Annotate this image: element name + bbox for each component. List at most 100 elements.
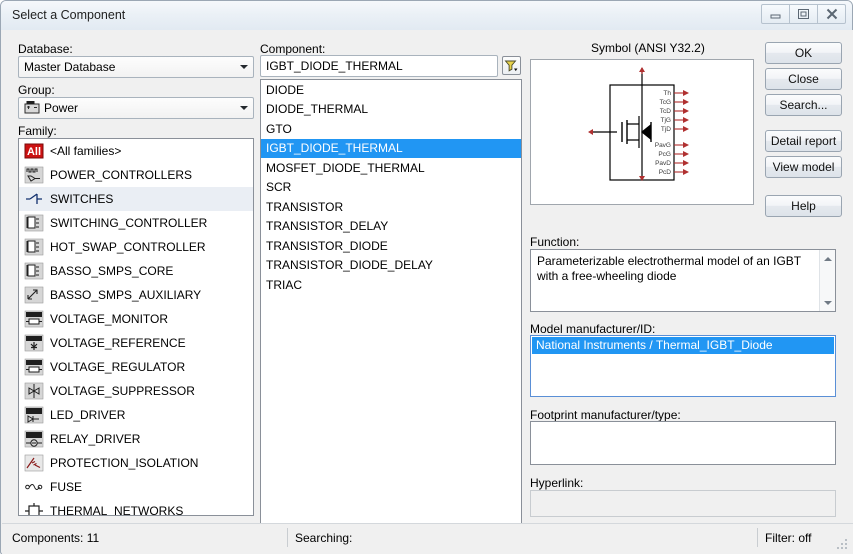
family-item-label: RELAY_DRIVER — [50, 432, 140, 446]
component-item-label: DIODE — [266, 83, 304, 97]
family-item-power-controllers[interactable]: POWER_CONTROLLERS — [19, 163, 253, 187]
family-item-label: BASSO_SMPS_CORE — [50, 264, 173, 278]
component-item-label: TRANSISTOR_DIODE — [266, 239, 388, 253]
family-item-label: <All families> — [50, 144, 121, 158]
function-panel: Parameterizable electrothermal model of … — [530, 249, 836, 312]
title-bar[interactable]: Select a Component — [1, 1, 852, 30]
help-button[interactable]: Help — [765, 195, 842, 217]
component-filter-button[interactable] — [502, 56, 521, 75]
component-item[interactable]: SCR — [261, 178, 521, 198]
component-item-label: MOSFET_DIODE_THERMAL — [266, 161, 425, 175]
function-scrollbar[interactable] — [819, 250, 835, 311]
family-item-voltage-reference[interactable]: VOLTAGE_REFERENCE — [19, 331, 253, 355]
ok-button[interactable]: OK — [765, 42, 842, 64]
maximize-icon — [797, 8, 810, 20]
svg-text:PavD: PavD — [655, 160, 671, 167]
minimize-button[interactable] — [761, 4, 790, 24]
basso-smps-auxiliary-icon — [23, 286, 45, 304]
component-list[interactable]: DIODE DIODE_THERMAL GTO IGBT_DIODE_THERM… — [260, 79, 522, 537]
family-list[interactable]: All <All families> POWER_CONTROLLERS SWI… — [18, 138, 254, 516]
family-item-label: BASSO_SMPS_AUXILIARY — [50, 288, 201, 302]
model-manufacturer-panel[interactable]: National Instruments / Thermal_IGBT_Diod… — [530, 335, 836, 397]
component-item[interactable]: GTO — [261, 119, 521, 139]
family-item-switching-controller[interactable]: SWITCHING_CONTROLLER — [19, 211, 253, 235]
group-combo[interactable]: Power — [18, 97, 254, 119]
component-item[interactable]: DIODE_THERMAL — [261, 100, 521, 120]
family-item-label: SWITCHES — [50, 192, 113, 206]
close-button[interactable] — [817, 4, 846, 24]
component-item[interactable]: TRANSISTOR — [261, 197, 521, 217]
family-item-voltage-monitor[interactable]: VOLTAGE_MONITOR — [19, 307, 253, 331]
component-item[interactable]: TRANSISTOR_DIODE — [261, 236, 521, 256]
component-item[interactable]: DIODE — [261, 80, 521, 100]
scroll-down-button[interactable] — [820, 295, 835, 310]
component-item-label: SCR — [266, 180, 291, 194]
family-item-voltage-regulator[interactable]: VOLTAGE_REGULATOR — [19, 355, 253, 379]
window-title: Select a Component — [12, 8, 125, 22]
footprint-panel[interactable] — [530, 421, 836, 465]
select-component-dialog: Select a Component Database: — [0, 0, 853, 554]
group-label: Group: — [18, 83, 55, 97]
family-item-label: POWER_CONTROLLERS — [50, 168, 192, 182]
family-item-basso-smps-core[interactable]: BASSO_SMPS_CORE — [19, 259, 253, 283]
close-icon — [825, 8, 839, 20]
database-combo-value: Master Database — [19, 60, 234, 74]
family-item-hot-swap-controller[interactable]: HOT_SWAP_CONTROLLER — [19, 235, 253, 259]
fuse-icon — [23, 478, 45, 496]
family-item-protection-isolation[interactable]: PROTECTION_ISOLATION — [19, 451, 253, 475]
component-item-selected[interactable]: IGBT_DIODE_THERMAL — [261, 139, 521, 159]
svg-text:PcG: PcG — [658, 151, 671, 158]
voltage-suppressor-icon — [23, 382, 45, 400]
component-item[interactable]: MOSFET_DIODE_THERMAL — [261, 158, 521, 178]
status-filter: Filter: off — [765, 531, 811, 545]
family-item-all-families[interactable]: All <All families> — [19, 139, 253, 163]
database-combo-arrow[interactable] — [234, 57, 253, 77]
close-dialog-button[interactable]: Close — [765, 68, 842, 90]
family-item-led-driver[interactable]: LED_DRIVER — [19, 403, 253, 427]
resize-gripper-icon[interactable] — [837, 539, 849, 551]
family-item-label: SWITCHING_CONTROLLER — [50, 216, 207, 230]
voltage-regulator-icon — [23, 358, 45, 376]
scroll-up-button[interactable] — [820, 251, 835, 266]
family-item-thermal-networks[interactable]: THERMAL_NETWORKS — [19, 499, 253, 516]
svg-text:PcD: PcD — [659, 169, 672, 176]
component-input[interactable]: IGBT_DIODE_THERMAL — [260, 55, 498, 77]
family-item-voltage-suppressor[interactable]: VOLTAGE_SUPPRESSOR — [19, 379, 253, 403]
database-label: Database: — [18, 42, 73, 56]
family-item-switches[interactable]: SWITCHES — [19, 187, 253, 211]
status-components: Components: 11 — [12, 531, 99, 545]
component-item-label: TRANSISTOR_DELAY — [266, 219, 388, 233]
family-item-label: VOLTAGE_REFERENCE — [50, 336, 186, 350]
maximize-button[interactable] — [789, 4, 818, 24]
component-item-label: GTO — [266, 122, 292, 136]
hyperlink-label: Hyperlink: — [530, 476, 583, 490]
power-group-icon — [23, 100, 41, 116]
group-combo-arrow[interactable] — [234, 98, 253, 118]
family-item-relay-driver[interactable]: RELAY_DRIVER — [19, 427, 253, 451]
family-label: Family: — [18, 124, 57, 138]
status-bar: Components: 11 Searching: Filter: off — [2, 523, 853, 554]
chevron-down-icon — [240, 106, 248, 110]
component-item-label: TRANSISTOR — [266, 200, 343, 214]
family-item-label: THERMAL_NETWORKS — [50, 504, 183, 516]
search-button[interactable]: Search... — [765, 94, 842, 116]
detail-report-button[interactable]: Detail report — [765, 130, 842, 152]
family-item-basso-smps-auxiliary[interactable]: BASSO_SMPS_AUXILIARY — [19, 283, 253, 307]
component-item[interactable]: TRIAC — [261, 275, 521, 295]
dialog-body: Database: Master Database Group: Power F… — [2, 30, 853, 523]
family-item-label: VOLTAGE_REGULATOR — [50, 360, 185, 374]
footprint-label: Footprint manufacturer/type: — [530, 408, 681, 422]
svg-text:TjD: TjD — [661, 126, 671, 133]
component-label: Component: — [260, 42, 325, 56]
model-manufacturer-label: Model manufacturer/ID: — [530, 322, 655, 336]
family-item-fuse[interactable]: FUSE — [19, 475, 253, 499]
chevron-down-icon — [240, 65, 248, 69]
status-divider-2 — [757, 528, 758, 547]
hyperlink-field[interactable] — [530, 490, 836, 517]
component-item[interactable]: TRANSISTOR_DELAY — [261, 217, 521, 237]
database-combo[interactable]: Master Database — [18, 56, 254, 78]
model-manufacturer-value[interactable]: National Instruments / Thermal_IGBT_Diod… — [532, 337, 834, 354]
svg-text:All: All — [27, 146, 41, 158]
component-item[interactable]: TRANSISTOR_DIODE_DELAY — [261, 256, 521, 276]
view-model-button[interactable]: View model — [765, 156, 842, 178]
